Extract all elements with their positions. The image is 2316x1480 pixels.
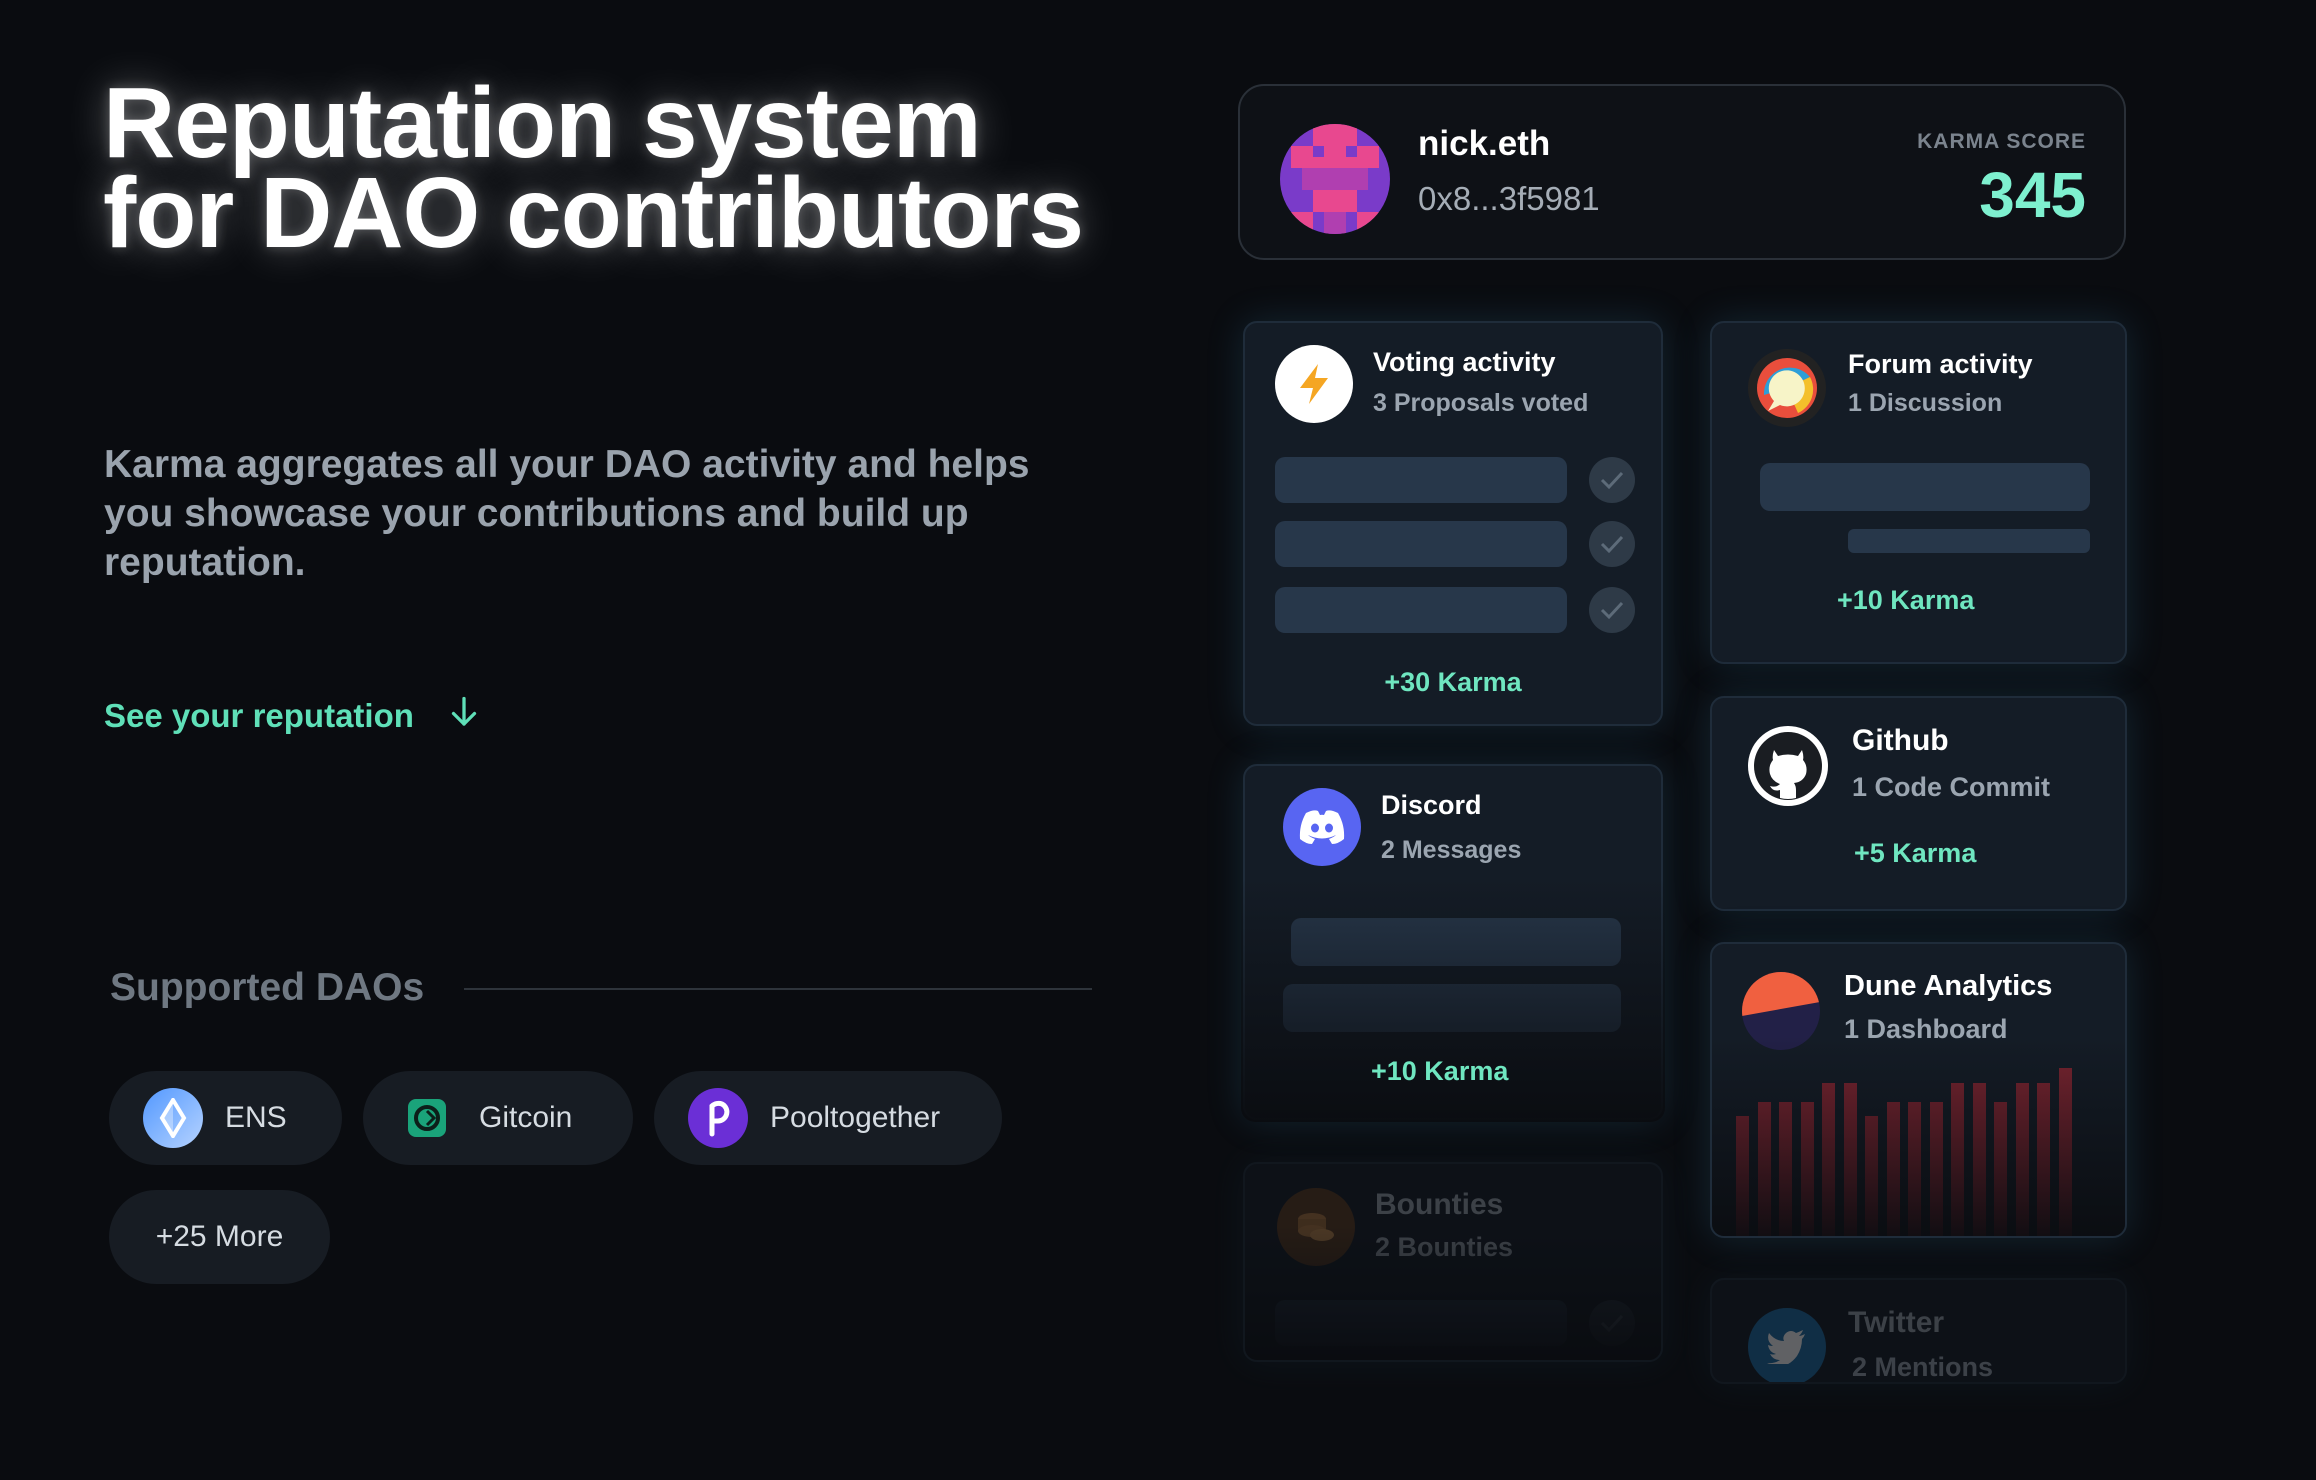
dune-bar [1973, 1083, 1986, 1236]
dao-label: ENS [225, 1101, 287, 1134]
dao-label: Pooltogether [770, 1101, 941, 1134]
card-subtitle: 1 Code Commit [1852, 772, 2051, 802]
card-title: Dune Analytics [1844, 970, 2053, 1002]
message-bubble [1283, 984, 1621, 1032]
dune-icon [1742, 972, 1820, 1050]
placeholder-bar [1848, 529, 2090, 553]
karma-score-label: KARMA SCORE [1917, 130, 2086, 153]
more-label: +25 More [155, 1220, 284, 1253]
dao-label: Gitcoin [479, 1101, 573, 1134]
gitcoin-icon [397, 1088, 457, 1148]
karma-earned: +10 Karma [1371, 1056, 1509, 1086]
profile-name: nick.eth [1418, 124, 1551, 163]
github-icon [1748, 726, 1828, 806]
dune-bar [1758, 1102, 1771, 1236]
karma-score-value: 345 [1979, 159, 2086, 231]
dune-bar [2016, 1083, 2029, 1236]
karma-earned: +5 Karma [1854, 838, 1977, 868]
dao-pill-gitcoin[interactable]: Gitcoin [363, 1071, 633, 1165]
dune-bar [1779, 1102, 1792, 1236]
card-subtitle: 1 Discussion [1848, 389, 2003, 417]
chat-bubble-icon [1748, 349, 1826, 427]
check-icon [1589, 521, 1635, 567]
twitter-card: Twitter 2 Mentions [1710, 1278, 2127, 1384]
discord-icon [1283, 788, 1361, 866]
wallet-address: 0x8...3f5981 [1418, 180, 1600, 217]
dune-bar [2059, 1068, 2072, 1236]
dao-pill-pooltogether[interactable]: Pooltogether [654, 1071, 1002, 1165]
cta-label: See your reputation [104, 697, 414, 734]
check-icon [1589, 1300, 1635, 1346]
more-daos-button[interactable]: +25 More [109, 1190, 330, 1284]
lightning-icon [1275, 345, 1353, 423]
bounties-card: Bounties 2 Bounties [1243, 1162, 1663, 1362]
card-title: Voting activity [1373, 347, 1556, 377]
card-subtitle: 2 Mentions [1852, 1352, 1994, 1382]
dune-bar [1844, 1083, 1857, 1236]
card-subtitle: 3 Proposals voted [1373, 389, 1589, 417]
hero-subtitle: Karma aggregates all your DAO activity a… [104, 443, 1030, 584]
karma-earned: +10 Karma [1837, 585, 1975, 615]
pooltogether-icon [688, 1088, 748, 1148]
forum-activity-card: Forum activity 1 Discussion +10 Karma [1710, 321, 2127, 664]
check-icon [1589, 457, 1635, 503]
dune-bar [1736, 1116, 1749, 1236]
divider [464, 988, 1092, 990]
avatar [1280, 124, 1390, 234]
card-title: Twitter [1848, 1306, 1945, 1339]
card-title: Bounties [1375, 1188, 1504, 1221]
message-bubble [1291, 918, 1621, 966]
dune-bar [1887, 1102, 1900, 1236]
arrow-down-icon [446, 694, 482, 738]
dune-bar [1930, 1102, 1943, 1236]
dune-bar [1951, 1083, 1964, 1236]
github-card: Github 1 Code Commit +5 Karma [1710, 696, 2127, 911]
dune-bar [2037, 1083, 2050, 1236]
placeholder-bar [1275, 457, 1567, 503]
profile-card: nick.eth 0x8...3f5981 KARMA SCORE 345 [1238, 84, 2126, 260]
placeholder-bar [1275, 587, 1567, 633]
voting-activity-card: Voting activity 3 Proposals voted +30 Ka… [1243, 321, 1663, 726]
hero-title: Reputation system for DAO contributors [103, 67, 1084, 269]
card-title: Github [1852, 724, 1949, 757]
dune-bar [1908, 1102, 1921, 1236]
message-bubble [1760, 463, 2090, 511]
dune-bar [1994, 1102, 2007, 1236]
karma-earned: +30 Karma [1384, 667, 1522, 697]
dune-bar [1865, 1116, 1878, 1236]
dune-bar [1801, 1102, 1814, 1236]
see-reputation-link[interactable]: See your reputation [104, 694, 482, 738]
discord-card: Discord 2 Messages +10 Karma [1241, 764, 1665, 1122]
dune-analytics-card: Dune Analytics 1 Dashboard [1710, 942, 2127, 1238]
check-icon [1589, 587, 1635, 633]
twitter-icon [1748, 1308, 1826, 1382]
coins-icon [1277, 1188, 1355, 1266]
ens-icon [143, 1088, 203, 1148]
card-subtitle: 1 Dashboard [1844, 1014, 2008, 1044]
card-subtitle: 2 Messages [1381, 836, 1522, 864]
placeholder-bar [1275, 1300, 1567, 1346]
dune-bar [1822, 1083, 1835, 1236]
dao-pill-ens[interactable]: ENS [109, 1071, 342, 1165]
card-subtitle: 2 Bounties [1375, 1232, 1514, 1262]
card-title: Discord [1381, 790, 1482, 820]
supported-daos-heading: Supported DAOs [110, 966, 425, 1009]
placeholder-bar [1275, 521, 1567, 567]
card-title: Forum activity [1848, 349, 2033, 379]
